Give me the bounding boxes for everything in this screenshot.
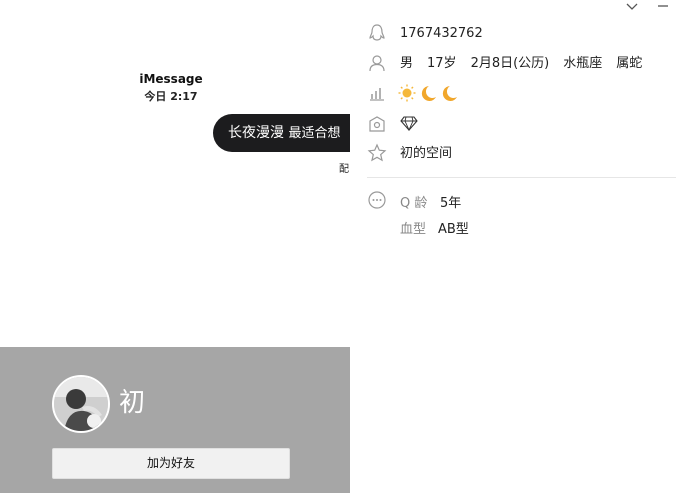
- message-text: 长夜漫漫: [228, 125, 284, 141]
- chevron-down-icon[interactable]: [624, 0, 640, 15]
- age: 17岁: [427, 56, 457, 71]
- crown-badge-icon: [367, 114, 387, 134]
- birthday: 2月8日(公历): [470, 56, 550, 71]
- moon-icon: [442, 86, 457, 101]
- person-icon: [367, 53, 387, 73]
- add-friend-button[interactable]: 加为好友: [52, 448, 290, 479]
- qq-number[interactable]: 1767432762: [400, 25, 483, 43]
- chinese-zodiac: 属蛇: [616, 56, 643, 71]
- nickname: 初: [119, 388, 146, 418]
- blood-type-label: 血型: [400, 222, 427, 237]
- level-icons[interactable]: [398, 83, 460, 109]
- sun-icon: [398, 84, 416, 102]
- qage-value: 5年: [440, 196, 462, 211]
- space-link[interactable]: 初的空间: [400, 145, 452, 163]
- message-bubble: 长夜漫漫 最适合想: [213, 114, 350, 152]
- imessage-service-label: iMessage: [139, 72, 203, 86]
- star-icon: [367, 143, 387, 163]
- delivery-status: 配: [339, 164, 349, 175]
- avatar-image: [54, 377, 108, 431]
- profile-info-panel: 1767432762 男 17岁 2月8日(公历) 水瓶座 属蛇 初的空间 Q …: [350, 0, 676, 493]
- qage-label: Q 龄: [400, 196, 428, 211]
- message-text-tail: 最适合想: [288, 126, 341, 141]
- zodiac: 水瓶座: [563, 56, 603, 71]
- level-chart-icon: [367, 83, 387, 103]
- basic-info: 男 17岁 2月8日(公历) 水瓶座 属蛇: [400, 55, 642, 73]
- divider: [367, 177, 676, 178]
- avatar[interactable]: [52, 375, 110, 433]
- blood-type-value: AB型: [438, 222, 469, 237]
- moon-icon: [421, 86, 436, 101]
- gender: 男: [400, 56, 414, 71]
- diamond-icon[interactable]: [400, 115, 418, 137]
- imessage-timestamp: 今日 2:17: [144, 90, 198, 103]
- penguin-icon: [367, 23, 387, 43]
- minimize-icon[interactable]: [655, 0, 671, 15]
- more-icon[interactable]: [367, 190, 387, 210]
